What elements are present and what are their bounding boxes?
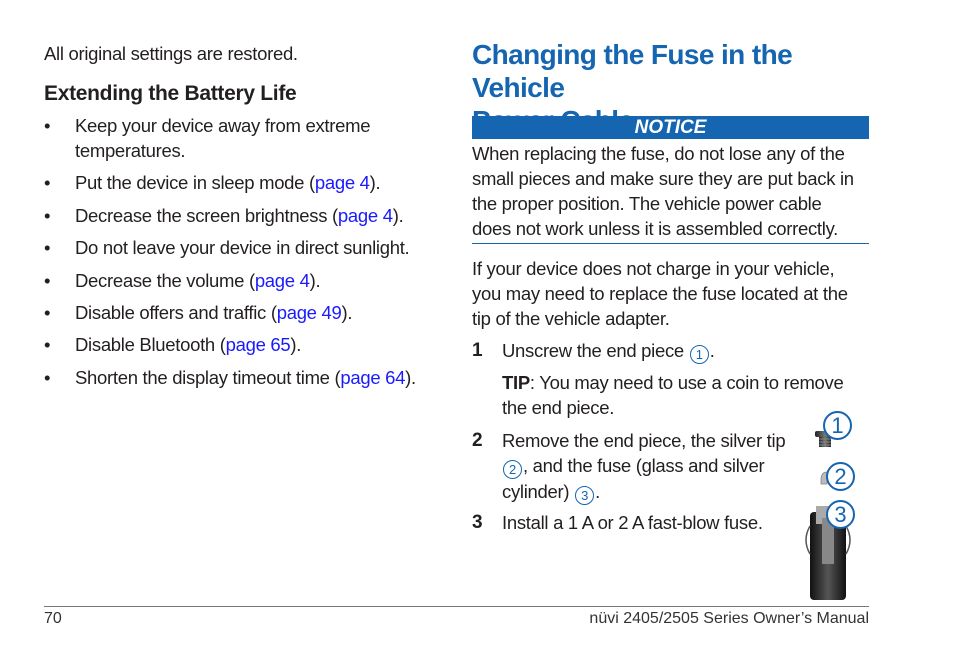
page-link[interactable]: page 65 xyxy=(226,334,291,355)
page-link[interactable]: page 4 xyxy=(315,172,370,193)
page-link[interactable]: page 49 xyxy=(277,302,342,323)
notice-text: When replacing the fuse, do not lose any… xyxy=(472,141,872,241)
bullet-dot: • xyxy=(44,237,51,258)
step-text-content: cylinder) xyxy=(502,481,570,502)
bullet-text: Keep your device away from extreme xyxy=(75,115,371,136)
figure-callout-1-icon: 1 xyxy=(823,411,852,440)
bullet-text: ). xyxy=(369,172,381,193)
tip-content: the end piece. xyxy=(502,397,615,418)
step-number: 3 xyxy=(472,512,483,533)
footer-divider xyxy=(44,606,869,607)
bullet-text: ). xyxy=(405,367,416,388)
bullet-text: ). xyxy=(392,205,404,226)
step-text: Install a 1 A or 2 A fast-blow fuse. xyxy=(502,512,763,533)
bullet-dot: • xyxy=(44,367,51,388)
section-heading-battery: Extending the Battery Life xyxy=(44,82,297,105)
para-line: tip of the vehicle adapter. xyxy=(472,308,670,329)
step-number: 2 xyxy=(472,430,483,451)
para-line: If your device does not charge in your v… xyxy=(472,258,835,279)
bullet-text: Disable offers and traffic ( xyxy=(75,302,277,323)
bullet-dot: • xyxy=(44,172,51,193)
notice-banner: NOTICE xyxy=(472,116,869,139)
bullet-text: ). xyxy=(341,302,353,323)
page-link[interactable]: page 64 xyxy=(340,367,405,388)
bullet-text: Shorten the display timeout time ( xyxy=(75,367,341,388)
step-text: Unscrew the end piece 1. xyxy=(502,338,812,364)
step-text: Remove the end piece, the silver tip 2, … xyxy=(502,428,812,505)
bullet-text: ). xyxy=(309,270,321,291)
step-number: 1 xyxy=(472,340,483,361)
bullet-dot: • xyxy=(44,115,51,136)
tip-content: : You may need to use a coin to remove xyxy=(529,372,844,393)
punctuation: . xyxy=(595,481,600,502)
notice-line: the proper position. The vehicle power c… xyxy=(472,193,822,214)
callout-2-icon: 2 xyxy=(503,460,522,479)
step-text-content: Unscrew the end piece xyxy=(502,340,684,361)
bullet-text: Decrease the volume ( xyxy=(75,270,255,291)
page-number: 70 xyxy=(44,610,62,627)
notice-divider xyxy=(472,243,869,244)
step-text-content: Remove the end piece, the silver tip xyxy=(502,430,786,451)
bullet-text: Put the device in sleep mode ( xyxy=(75,172,315,193)
bullet-text: Do not leave your device in direct sunli… xyxy=(75,237,410,258)
bullet-dot: • xyxy=(44,334,51,355)
para-line: you may need to replace the fuse located… xyxy=(472,283,848,304)
intro-text: All original settings are restored. xyxy=(44,43,298,64)
notice-line: When replacing the fuse, do not lose any… xyxy=(472,143,845,164)
title-line: Changing the Fuse in the Vehicle xyxy=(472,39,793,103)
bullet-text: Decrease the screen brightness ( xyxy=(75,205,338,226)
fuse-assembly-figure: 1 2 3 xyxy=(796,408,876,600)
bullet-dot: • xyxy=(44,302,51,323)
punctuation: . xyxy=(709,340,715,361)
notice-line: small pieces and make sure they are put … xyxy=(472,168,854,189)
page-link[interactable]: page 4 xyxy=(338,205,393,226)
bullet-text: Disable Bluetooth ( xyxy=(75,334,226,355)
notice-line: does not work unless it is assembled cor… xyxy=(472,218,838,239)
bullet-text: temperatures. xyxy=(75,140,186,161)
callout-3-icon: 3 xyxy=(575,486,595,505)
page-link[interactable]: page 4 xyxy=(255,270,310,291)
figure-callout-3-icon: 3 xyxy=(826,500,855,529)
tip-label: TIP xyxy=(502,372,530,393)
fuse-intro-paragraph: If your device does not charge in your v… xyxy=(472,256,872,331)
manual-title: nüvi 2405/2505 Series Owner’s Manual xyxy=(589,610,869,627)
bullet-dot: • xyxy=(44,270,51,291)
figure-callout-2-icon: 2 xyxy=(826,462,855,491)
bullet-dot: • xyxy=(44,205,51,226)
bullet-text: ). xyxy=(290,334,302,355)
step-text-content: , and the fuse (glass and silver xyxy=(523,455,765,476)
callout-1-icon: 1 xyxy=(689,345,709,364)
